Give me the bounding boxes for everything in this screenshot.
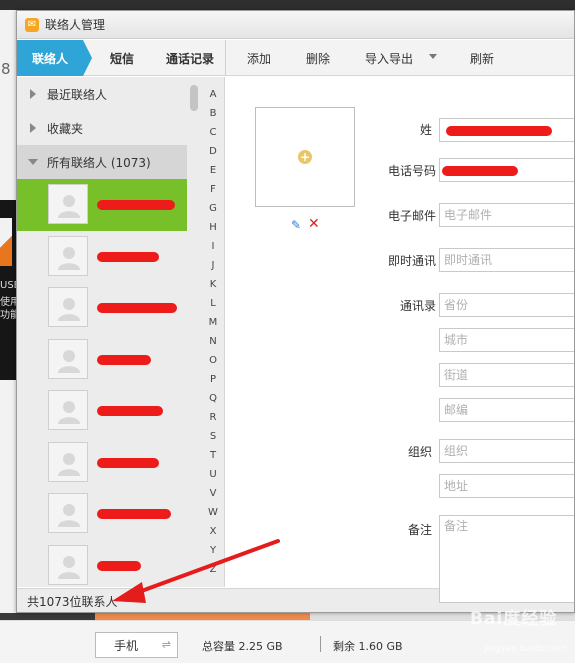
watermark-logo: Bai度经验 (470, 609, 558, 629)
screen: 8 USB 使用 功能 手机 ⇌ 总容量 2.25 GB 剩余 1.60 GB … (0, 0, 575, 663)
annotation-arrow (112, 539, 280, 603)
watermark-url: jingyan.baidu.com (484, 644, 568, 654)
